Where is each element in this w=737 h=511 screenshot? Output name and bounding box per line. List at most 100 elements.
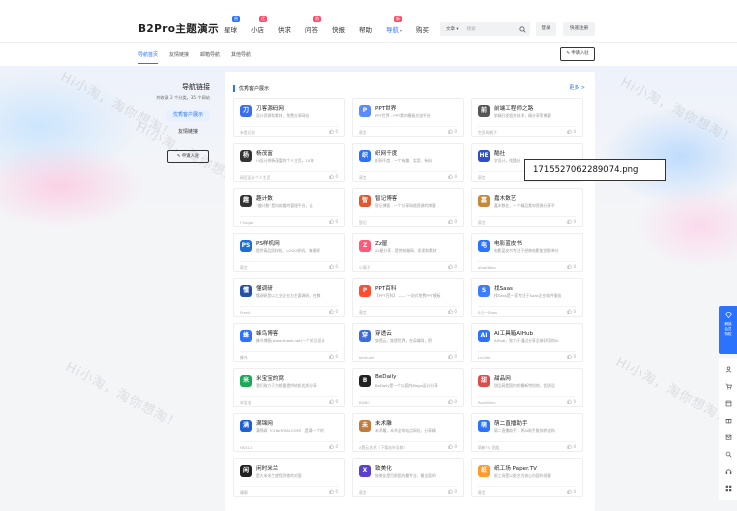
like-button[interactable]: 0 [567, 129, 576, 134]
site-title[interactable]: 甜品网 [494, 374, 511, 382]
like-button[interactable]: 0 [329, 399, 338, 404]
site-card[interactable]: 米米宝宝的窝 我们致力于为想要提供给机优质分享 米宝宝 0 [233, 368, 345, 407]
right-bar-button[interactable] [719, 395, 737, 412]
sub-nav-tab[interactable]: 其他导航 [231, 51, 251, 64]
nav-item[interactable]: 帮助 [359, 14, 372, 34]
site-title[interactable]: 米宝宝的窝 [256, 374, 284, 382]
site-card[interactable]: 趣趣计数 “趣计数”是向前看的管理平台，让 f Sugar 0 [233, 188, 345, 227]
site-title[interactable]: 致美化 [375, 464, 392, 472]
like-button[interactable]: 0 [448, 174, 457, 179]
site-title[interactable]: 前端工程师之路 [494, 104, 533, 112]
site-card[interactable]: 满满锦网 满锦网（CHAOPAN.COM）,是满一个的 HS412 0 [233, 413, 345, 452]
site-card[interactable]: 嘉嘉木数艺 嘉木数艺，一个精品素材资源分享平 慕言 0 [471, 188, 583, 227]
site-title[interactable]: 懂调研 [256, 284, 273, 292]
site-logo[interactable]: B2Pro主题演示 [138, 21, 219, 36]
search-box[interactable]: 文章 ▾ 搜索 [440, 22, 530, 36]
like-button[interactable]: 0 [567, 354, 576, 359]
site-card[interactable]: 刀刀客源码网 设计资源和素材，免费分享网站 未登记名 0 [233, 98, 345, 137]
site-title[interactable]: 找Saas [494, 284, 513, 292]
site-card[interactable]: 杨杨茂富 UI设计师杨茂富的个人主页，10年 网页设计个人主页 0 [233, 143, 345, 182]
like-button[interactable]: 0 [567, 489, 576, 494]
nav-item[interactable]: 购买 [416, 14, 429, 34]
site-card[interactable]: S 找Saas 找Saas是一家专注于Saas企业软件服务 S小一Saas 0 [471, 278, 583, 317]
right-bar-button[interactable] [719, 463, 737, 480]
like-button[interactable]: 0 [329, 309, 338, 314]
site-title[interactable]: 智记博客 [375, 194, 397, 202]
site-title[interactable]: 萌二直播助手 [494, 419, 528, 427]
like-button[interactable]: 0 [329, 489, 338, 494]
site-title[interactable]: 杨茂富 [256, 149, 273, 157]
site-title[interactable]: 闲时米兰 [256, 464, 278, 472]
site-title[interactable]: 电影蓝皮书 [494, 239, 522, 247]
sub-nav-tab[interactable]: 邮箱导航 [200, 51, 220, 64]
like-button[interactable]: 0 [567, 399, 576, 404]
sidebar-apply-button[interactable]: ✎ 申请入驻 [167, 150, 209, 163]
site-title[interactable]: 未术雕 [375, 419, 392, 427]
vip-feature-button[interactable]: 解锁 会员 特权 [719, 306, 737, 354]
like-button[interactable]: 0 [567, 444, 576, 449]
nav-item[interactable]: 快报 [332, 14, 345, 34]
nav-item[interactable]: 星球 热门 [224, 14, 240, 34]
nav-item[interactable]: 小店 优惠 [251, 14, 267, 34]
like-button[interactable]: 0 [329, 354, 338, 359]
site-card[interactable]: 甜甜品网 甜品网是国内的最新特别地，优质设 RouiWxin 0 [471, 368, 583, 407]
right-bar-button[interactable] [719, 429, 737, 446]
site-card[interactable]: PS PS样机网 提供高品质样机、LOGO样机、海报样 慕言 0 [233, 233, 345, 272]
like-button[interactable]: 0 [329, 174, 338, 179]
like-button[interactable]: 0 [329, 219, 338, 224]
more-link[interactable]: 更多 > [569, 84, 585, 91]
site-title[interactable]: AI工具箱AIHub [494, 329, 533, 337]
sub-nav-tab[interactable]: 友情链接 [169, 51, 189, 64]
site-title[interactable]: 穿透云 [375, 329, 392, 337]
register-button[interactable]: 快速注册 [563, 22, 595, 36]
search-icon[interactable] [519, 25, 526, 33]
right-bar-button[interactable] [719, 480, 737, 497]
site-title[interactable]: 酷社 [494, 149, 505, 157]
like-button[interactable]: 0 [448, 489, 457, 494]
login-button[interactable]: 登录 [536, 22, 556, 36]
site-title[interactable]: 嘉木数艺 [494, 194, 516, 202]
like-button[interactable]: 0 [329, 264, 338, 269]
site-card[interactable]: Z Zz屋 Zz屋分享 - 提供前端网、发现和素材 小满子 0 [352, 233, 464, 272]
site-card[interactable]: 纸纸工场 Paper.TV 纸工场是以纸艺为核心内容的创意 慕言 0 [471, 458, 583, 497]
site-title[interactable]: BeDaily [375, 374, 396, 380]
nav-item[interactable]: 导航▾ 新 [386, 14, 402, 34]
like-button[interactable]: 0 [448, 399, 457, 404]
right-bar-button[interactable] [719, 378, 737, 395]
site-card[interactable]: 织织网千度 织网千度 - 一个有趣、实用、有料 慕言 0 [352, 143, 464, 182]
site-title[interactable]: 趣计数 [256, 194, 273, 202]
right-bar-button[interactable] [719, 446, 737, 463]
site-title[interactable]: 满锦网 [256, 419, 273, 427]
site-card[interactable]: P PPT世界 PPT世界 - PPT素材模板交流平台 慕言 0 [352, 98, 464, 137]
site-card[interactable]: X 致美化 致美化是目前国内最专业、最全面的 慕言 0 [352, 458, 464, 497]
site-title[interactable]: 纸工场 Paper.TV [494, 464, 537, 472]
like-button[interactable]: 0 [329, 129, 338, 134]
site-title[interactable]: 刀客源码网 [256, 104, 284, 112]
like-button[interactable]: 0 [329, 444, 338, 449]
site-card[interactable]: B BeDaily BeDaily是一个以国内Blogs设计分享 BDNC 0 [352, 368, 464, 407]
sub-nav-tab[interactable]: 导航首页 [138, 51, 159, 64]
site-card[interactable]: 蜂蜂鸟博客 蜂鸟博客(www.fnash.net)一个关注设计 蜂鸟 0 [233, 323, 345, 362]
like-button[interactable]: 0 [567, 264, 576, 269]
site-card[interactable]: 闲闲时米兰 是大米米兰就找到他的对面 珊瑚 0 [233, 458, 345, 497]
like-button[interactable]: 0 [448, 129, 457, 134]
like-button[interactable]: 0 [448, 309, 457, 314]
site-card[interactable]: 未未术雕 未术雕，未术全的站点网址，分享精 A赞云艺术（下载站外导航） 0 [352, 413, 464, 452]
site-title[interactable]: PS样机网 [256, 239, 280, 247]
like-button[interactable]: 0 [567, 219, 576, 224]
like-button[interactable]: 0 [448, 264, 457, 269]
like-button[interactable]: 0 [448, 354, 457, 359]
site-title[interactable]: PPT世界 [375, 104, 396, 112]
search-input[interactable]: 搜索 [463, 26, 519, 32]
site-title[interactable]: Zz屋 [375, 239, 387, 247]
nav-item[interactable]: 供求 [278, 14, 291, 34]
site-title[interactable]: PPT百科 [375, 284, 396, 292]
like-button[interactable]: 0 [567, 309, 576, 314]
right-bar-button[interactable] [719, 412, 737, 429]
site-card[interactable]: 电电影蓝皮书 电影蓝皮书专注于经典电影鉴赏影单分 phaoWeo 0 [471, 233, 583, 272]
sidebar-item-clients[interactable]: 优秀客户展示 [166, 110, 210, 121]
like-button[interactable]: 0 [448, 219, 457, 224]
apply-join-button[interactable]: ✎ 申请入驻 [560, 47, 595, 61]
right-bar-button[interactable] [719, 361, 737, 378]
search-scope-select[interactable]: 文章 ▾ [440, 26, 463, 32]
